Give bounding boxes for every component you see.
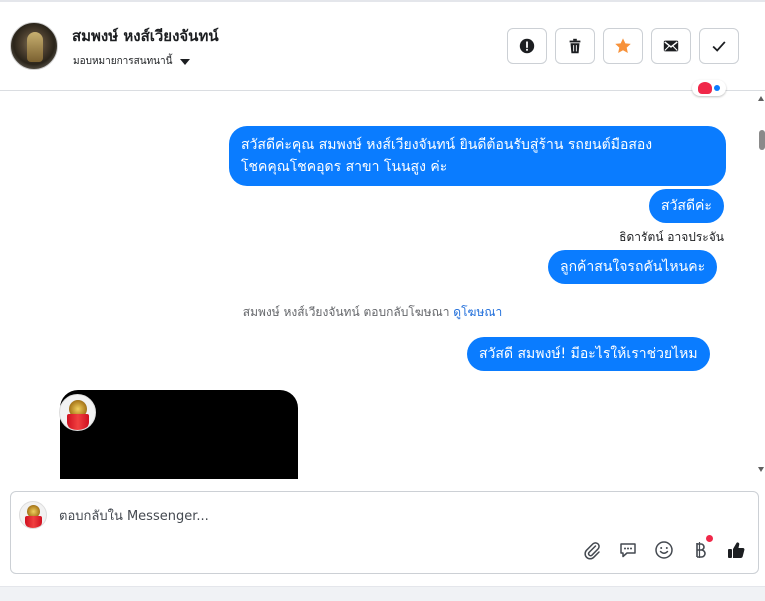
done-button[interactable] xyxy=(699,28,739,64)
ad-preview-card[interactable] xyxy=(60,390,298,479)
attach-button[interactable] xyxy=(581,539,603,561)
ad-reply-notice: สมพงษ์ หงส์เวียงจันทน์ ตอบกลับโฆษณา ดูโฆ… xyxy=(0,303,745,322)
scroll-thumb[interactable] xyxy=(759,130,765,150)
ad-reply-text: สมพงษ์ หงส์เวียงจันทน์ ตอบกลับโฆษณา xyxy=(242,305,450,319)
like-reaction-icon xyxy=(714,85,720,91)
conversation-header: สมพงษ์ หงส์เวียงจันทน์ มอบหมายการสนทนานี… xyxy=(0,0,765,91)
scroll-down-arrow-icon[interactable] xyxy=(758,467,764,472)
contact-name[interactable]: สมพงษ์ หงส์เวียงจันทน์ xyxy=(72,24,219,48)
check-icon xyxy=(712,41,726,52)
saved-reply-button[interactable] xyxy=(617,539,639,561)
message-bubble[interactable]: ลูกค้าสนใจรถคันไหนคะ xyxy=(548,250,718,284)
message-line: โชคคุณโชคอุดร สาขา โนนสูง ค่ะ xyxy=(241,159,448,175)
top-divider xyxy=(0,0,765,2)
view-ad-link[interactable]: ดูโฆษณา xyxy=(453,305,502,319)
page-avatar xyxy=(59,394,96,431)
ribbon-shape xyxy=(25,516,42,528)
reply-input[interactable] xyxy=(59,506,659,526)
inbox-conversation-panel: สมพงษ์ หงส์เวียงจันทน์ มอบหมายการสนทนานี… xyxy=(0,0,765,601)
saved-reply-icon xyxy=(620,543,636,558)
assign-label: มอบหมายการสนทนานี้ xyxy=(73,56,173,67)
thread-scrollbar[interactable] xyxy=(757,96,765,472)
mark-unread-button[interactable] xyxy=(651,28,691,64)
assign-conversation-dropdown[interactable]: มอบหมายการสนทนานี้ xyxy=(73,54,191,69)
message-bubble[interactable]: สวัสดีค่ะ xyxy=(649,189,724,223)
message-reaction[interactable] xyxy=(692,80,726,96)
exclamation-circle-icon xyxy=(519,38,535,54)
payment-notification-dot xyxy=(706,535,713,542)
envelope-icon xyxy=(663,40,679,52)
page-avatar-small xyxy=(19,501,47,529)
message-bubble[interactable]: สวัสดีค่ะคุณ สมพงษ์ หงส์เวียงจันทน์ ยินด… xyxy=(229,126,726,186)
emoji-button[interactable] xyxy=(653,539,675,561)
emoji-icon xyxy=(655,541,673,559)
thumbs-up-icon xyxy=(728,542,745,558)
like-button[interactable] xyxy=(725,539,747,561)
star-icon xyxy=(615,38,631,54)
message-composer xyxy=(10,491,759,574)
spam-button[interactable] xyxy=(507,28,547,64)
ribbon-shape xyxy=(67,414,89,430)
message-line: สวัสดีค่ะคุณ สมพงษ์ หงส์เวียงจันทน์ ยินด… xyxy=(241,137,653,153)
message-bubble[interactable]: สวัสดี สมพงษ์! มีอะไรให้เราช่วยไหม xyxy=(467,337,710,371)
bottom-strip xyxy=(0,586,765,601)
payment-button[interactable] xyxy=(689,539,711,561)
contact-avatar[interactable] xyxy=(10,22,58,70)
star-button[interactable] xyxy=(603,28,643,64)
paperclip-icon xyxy=(584,542,600,560)
delete-button[interactable] xyxy=(555,28,595,64)
scroll-up-arrow-icon[interactable] xyxy=(758,96,764,101)
baht-payment-icon xyxy=(696,542,706,558)
caret-down-icon xyxy=(180,59,191,65)
heart-reaction-icon xyxy=(698,82,712,94)
sender-label: ธิดารัตน์ อาจประจัน xyxy=(619,230,724,244)
trash-icon xyxy=(569,38,581,54)
